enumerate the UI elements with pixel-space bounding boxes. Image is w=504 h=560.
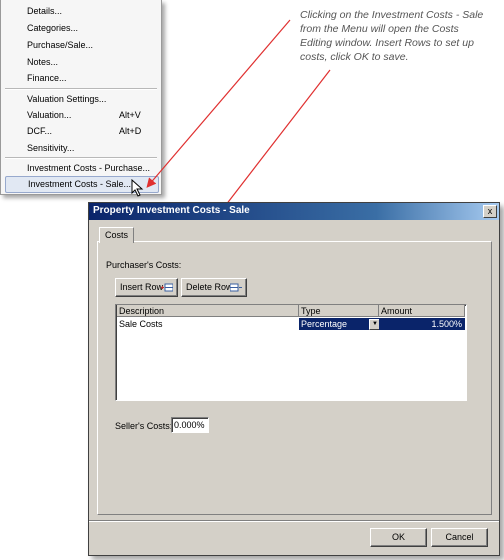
insert-row-label: Insert Row <box>120 282 164 292</box>
menu-item-label: Categories... <box>27 23 79 33</box>
menu-item-label: DCF... <box>27 126 53 136</box>
delete-row-icon <box>230 283 242 292</box>
menu-item-details[interactable]: Details... <box>5 3 157 20</box>
context-menu: Details... Categories... Purchase/Sale..… <box>0 0 162 195</box>
cancel-button[interactable]: Cancel <box>431 528 488 547</box>
footer-divider <box>89 520 499 522</box>
delete-row-label: Delete Row <box>186 282 233 292</box>
purchasers-costs-label: Purchaser's Costs: <box>106 260 182 270</box>
menu-item-label: Finance... <box>27 73 67 83</box>
menu-item-label: Valuation... <box>27 110 72 120</box>
menu-item-label: Details... <box>27 6 63 16</box>
arrow-to-menu-item <box>146 19 291 188</box>
mouse-pointer-icon <box>131 179 144 197</box>
column-header-type[interactable]: Type <box>299 305 379 317</box>
insert-row-button[interactable]: Insert Row <box>115 278 178 297</box>
menu-item-label: Sensitivity... <box>27 143 75 153</box>
menu-item-shortcut: Alt+D <box>119 126 142 136</box>
type-cell[interactable]: Percentage ▼ <box>299 318 381 330</box>
tab-costs[interactable]: Costs <box>99 227 134 243</box>
costs-grid[interactable]: Description Type Amount Sale Costs Perce… <box>115 304 467 401</box>
dialog-title: Property Investment Costs - Sale <box>93 205 250 216</box>
dialog-titlebar[interactable]: Property Investment Costs - Sale x <box>89 203 499 220</box>
menu-item-label: Investment Costs - Purchase... <box>27 163 151 173</box>
delete-row-button[interactable]: Delete Row <box>181 278 247 297</box>
sellers-costs-label: Seller's Costs: <box>115 421 173 431</box>
column-header-description[interactable]: Description <box>117 305 299 317</box>
menu-item-categories[interactable]: Categories... <box>5 20 157 37</box>
ok-button[interactable]: OK <box>370 528 427 547</box>
menu-item-notes[interactable]: Notes... <box>5 54 157 71</box>
callout-text: Clicking on the Investment Costs - Sale … <box>300 9 484 63</box>
menu-item-finance[interactable]: Finance... <box>5 70 157 87</box>
menu-item-label: Purchase/Sale... <box>27 40 94 50</box>
menu-item-purchase-sale[interactable]: Purchase/Sale... <box>5 37 157 54</box>
insert-row-icon <box>161 283 173 292</box>
type-cell-value: Percentage <box>301 319 348 329</box>
menu-item-sensitivity[interactable]: Sensitivity... <box>5 140 157 157</box>
menu-item-dcf[interactable]: DCF... Alt+D <box>5 123 157 140</box>
menu-item-valuation[interactable]: Valuation... Alt+V <box>5 107 157 124</box>
amount-cell[interactable]: 1.500% <box>379 318 465 330</box>
table-row[interactable]: Sale Costs Percentage ▼ 1.500% <box>117 318 465 330</box>
menu-item-label: Investment Costs - Sale... <box>28 179 132 189</box>
column-header-amount[interactable]: Amount <box>379 305 465 317</box>
description-cell[interactable]: Sale Costs <box>117 318 299 330</box>
menu-item-investment-costs-purchase[interactable]: Investment Costs - Purchase... <box>5 160 157 177</box>
menu-item-label: Notes... <box>27 57 59 67</box>
menu-item-label: Valuation Settings... <box>27 94 107 104</box>
close-button[interactable]: x <box>483 205 497 218</box>
menu-separator <box>5 157 157 159</box>
sellers-costs-field[interactable]: 0.000% <box>171 417 209 433</box>
menu-item-valuation-settings[interactable]: Valuation Settings... <box>5 91 157 108</box>
menu-separator <box>5 88 157 90</box>
menu-item-shortcut: Alt+V <box>119 110 141 120</box>
investment-costs-dialog: Property Investment Costs - Sale x Costs… <box>88 202 500 556</box>
